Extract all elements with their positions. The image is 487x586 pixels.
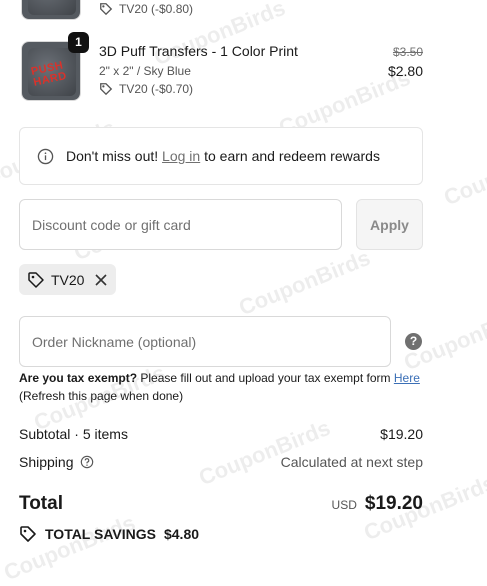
rewards-text: Don't miss out! Log in to earn and redee… (66, 148, 380, 164)
rewards-banner: Don't miss out! Log in to earn and redee… (19, 127, 423, 185)
currency-code: USD (331, 498, 357, 512)
close-icon[interactable] (94, 273, 108, 287)
apply-discount-button[interactable]: Apply (356, 199, 423, 250)
savings-label: TOTAL SAVINGS (45, 526, 156, 542)
item-title: 3D Puff Transfers - 1 Color Print (99, 43, 298, 59)
watermark: CouponBirds (0, 509, 139, 586)
info-icon (37, 148, 54, 165)
watermark: CouponBirds (235, 244, 374, 321)
item-variant: 2" x 2" / Sky Blue (99, 64, 191, 78)
shipping-label: Shipping (19, 454, 74, 470)
applied-discount-chip: TV20 (19, 264, 116, 295)
subtotal-value: $19.20 (380, 426, 423, 442)
tax-form-link[interactable]: Here (394, 371, 420, 385)
total-value: $19.20 (364, 493, 423, 514)
total-label: Total (19, 493, 63, 514)
tag-icon (20, 526, 36, 542)
tag-icon (100, 3, 113, 16)
question-circle-icon[interactable] (80, 455, 94, 469)
subtotal-row: Subtotal · 5 items $19.20 (19, 426, 423, 442)
item-original-price: $3.50 (392, 45, 423, 59)
item-discount: TV20 (-$0.70) (99, 82, 193, 96)
item-discount: TV20 (-$0.80) (99, 2, 193, 16)
tax-exempt-note: Are you tax exempt? Please fill out and … (19, 371, 420, 403)
tag-icon (28, 271, 44, 288)
shipping-value: Calculated at next step (280, 454, 423, 470)
help-icon[interactable]: ? (405, 333, 422, 350)
login-link[interactable]: Log in (162, 148, 200, 164)
tag-icon (100, 83, 113, 96)
discount-code-input[interactable]: Discount code or gift card (19, 199, 342, 250)
quantity-badge: 1 (68, 32, 89, 53)
order-nickname-input[interactable]: Order Nickname (optional) (19, 316, 391, 367)
product-thumbnail (21, 0, 81, 20)
subtotal-label: Subtotal · 5 items (19, 426, 128, 442)
item-price: $2.80 (387, 63, 423, 79)
savings-value: $4.80 (163, 526, 200, 542)
applied-code: TV20 (51, 271, 85, 288)
total-row: Total USD $19.20 (19, 493, 423, 515)
total-savings: TOTAL SAVINGS $4.80 (19, 525, 199, 543)
shipping-row: Shipping Calculated at next step (19, 454, 423, 470)
watermark: CouponBirds (440, 134, 487, 211)
